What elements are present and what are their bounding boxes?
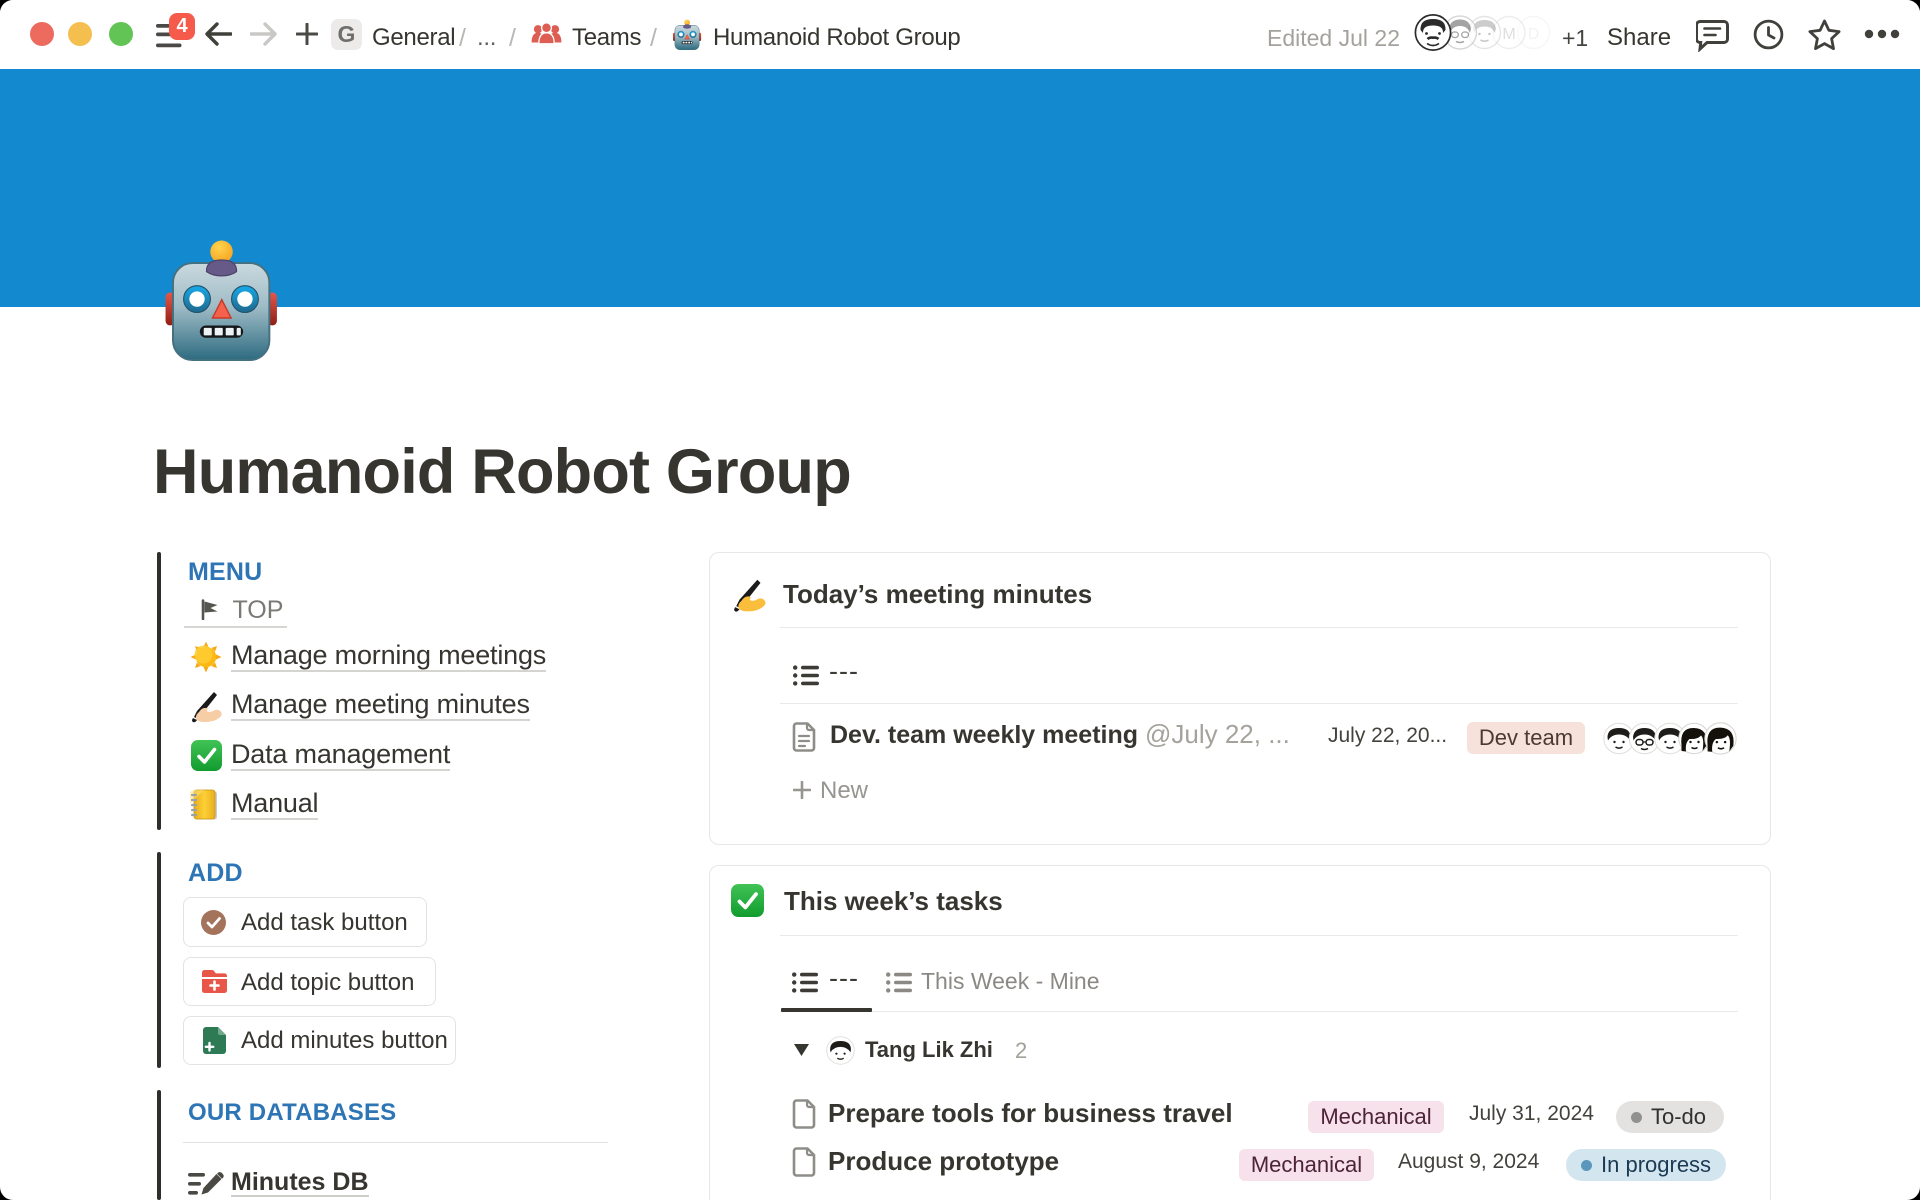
- svg-text:M: M: [1502, 26, 1515, 43]
- svg-text:D: D: [1528, 26, 1540, 43]
